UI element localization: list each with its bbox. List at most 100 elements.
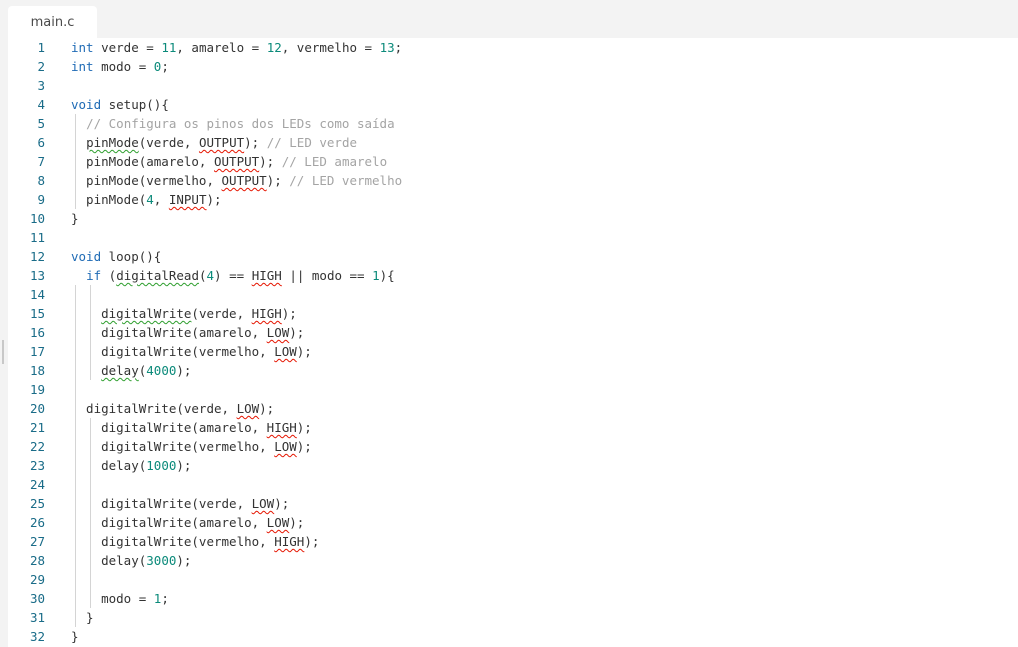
code-line[interactable]: 26 digitalWrite(amarelo, LOW); xyxy=(8,513,1018,532)
code-line[interactable]: 16 digitalWrite(amarelo, LOW); xyxy=(8,323,1018,342)
code-token: ); xyxy=(289,325,305,340)
code-token: pinMode(amarelo, xyxy=(71,154,214,169)
error-token: OUTPUT xyxy=(214,154,260,169)
code-line[interactable]: 32} xyxy=(8,627,1018,646)
code-line[interactable]: 18 delay(4000); xyxy=(8,361,1018,380)
code-token: (verde, xyxy=(138,135,199,150)
line-number: 29 xyxy=(29,572,45,587)
error-token: LOW xyxy=(251,496,275,511)
code-token: ); xyxy=(289,515,305,530)
code-token: digitalWrite(verde, xyxy=(71,401,237,416)
line-number: 20 xyxy=(29,401,45,416)
error-token: OUTPUT xyxy=(198,135,245,150)
code-token: ); xyxy=(266,173,290,188)
line-number: 7 xyxy=(37,154,45,169)
code-token: ); xyxy=(206,192,222,207)
code-line[interactable]: 20 digitalWrite(verde, LOW); xyxy=(8,399,1018,418)
line-number: 12 xyxy=(29,249,45,264)
line-number: 3 xyxy=(37,78,45,93)
number-token: 13 xyxy=(379,40,395,55)
code-text: void loop(){ xyxy=(71,247,161,266)
code-text: int verde = 11, amarelo = 12, vermelho =… xyxy=(71,38,402,57)
code-line[interactable]: 14 xyxy=(8,285,1018,304)
tab-main-c[interactable]: main.c xyxy=(8,6,97,38)
code-line[interactable]: 23 delay(1000); xyxy=(8,456,1018,475)
code-line[interactable]: 10} xyxy=(8,209,1018,228)
code-text: digitalWrite(verde, LOW); xyxy=(71,399,274,418)
code-line[interactable]: 30 modo = 1; xyxy=(8,589,1018,608)
code-text: if (digitalRead(4) == HIGH || modo == 1)… xyxy=(71,266,395,285)
code-text: digitalWrite(amarelo, LOW); xyxy=(71,323,304,342)
code-line[interactable]: 28 delay(3000); xyxy=(8,551,1018,570)
warning-token: digitalRead xyxy=(116,268,199,283)
code-line[interactable]: 25 digitalWrite(verde, LOW); xyxy=(8,494,1018,513)
code-token: digitalWrite(vermelho, xyxy=(71,344,275,359)
code-token: , vermelho = xyxy=(281,40,380,55)
comment-token: // LED vermelho xyxy=(289,173,403,188)
code-token: modo = xyxy=(93,59,154,74)
number-token: 12 xyxy=(266,40,282,55)
code-line[interactable]: 29 xyxy=(8,570,1018,589)
code-line[interactable]: 27 digitalWrite(vermelho, HIGH); xyxy=(8,532,1018,551)
code-line[interactable]: 31 } xyxy=(8,608,1018,627)
code-token: pinMode(vermelho, xyxy=(71,173,222,188)
code-line[interactable]: 1 int verde = 11, amarelo = 12, vermelho … xyxy=(8,38,1018,57)
code-line[interactable]: 19 xyxy=(8,380,1018,399)
keyword-token: void xyxy=(71,249,102,264)
code-line[interactable]: 22 digitalWrite(vermelho, LOW); xyxy=(8,437,1018,456)
number-token: 3000 xyxy=(146,553,177,568)
error-token: OUTPUT xyxy=(221,173,267,188)
code-token: ); xyxy=(176,363,192,378)
code-text: digitalWrite(vermelho, LOW); xyxy=(71,437,312,456)
code-text: digitalWrite(amarelo, LOW); xyxy=(71,513,304,532)
code-line[interactable]: 12 void loop(){ xyxy=(8,247,1018,266)
line-number: 24 xyxy=(29,477,45,492)
code-text: digitalWrite(vermelho, HIGH); xyxy=(71,532,319,551)
line-number: 32 xyxy=(29,629,45,644)
code-line[interactable]: 4 void setup(){ xyxy=(8,95,1018,114)
code-token: delay( xyxy=(71,458,147,473)
code-line[interactable]: 17 digitalWrite(vermelho, LOW); xyxy=(8,342,1018,361)
tab-bar: main.c xyxy=(8,0,1018,38)
line-number: 18 xyxy=(29,363,45,378)
error-token: LOW xyxy=(266,325,290,340)
number-token: 4 xyxy=(146,192,154,207)
code-token: } xyxy=(71,211,79,226)
code-line[interactable]: 8 pinMode(vermelho, OUTPUT); // LED verm… xyxy=(8,171,1018,190)
code-line[interactable]: 13 if (digitalRead(4) == HIGH || modo ==… xyxy=(8,266,1018,285)
code-token: ){ xyxy=(379,268,395,283)
number-token: 11 xyxy=(161,40,177,55)
code-token: ); xyxy=(296,344,312,359)
code-line[interactable]: 3 xyxy=(8,76,1018,95)
code-token: } xyxy=(71,610,94,625)
code-line[interactable]: 6 pinMode(verde, OUTPUT); // LED verde xyxy=(8,133,1018,152)
code-editor[interactable]: 1 int verde = 11, amarelo = 12, vermelho … xyxy=(8,38,1018,647)
code-token: ); xyxy=(296,420,312,435)
code-token: ); xyxy=(274,496,290,511)
code-line[interactable]: 9 pinMode(4, INPUT); xyxy=(8,190,1018,209)
keyword-token: if xyxy=(86,268,102,283)
code-line[interactable]: 7 pinMode(amarelo, OUTPUT); // LED amare… xyxy=(8,152,1018,171)
line-number: 14 xyxy=(29,287,45,302)
code-line[interactable]: 15 digitalWrite(verde, HIGH); xyxy=(8,304,1018,323)
code-line[interactable]: 11 xyxy=(8,228,1018,247)
line-number: 2 xyxy=(37,59,45,74)
panel-resize-handle[interactable] xyxy=(2,340,4,364)
code-token: loop(){ xyxy=(101,249,162,264)
code-line[interactable]: 2 int modo = 0; xyxy=(8,57,1018,76)
code-text: } xyxy=(71,627,79,646)
code-text: } xyxy=(71,608,94,627)
code-token: (verde, xyxy=(191,306,252,321)
line-number: 5 xyxy=(37,116,45,131)
line-number: 17 xyxy=(29,344,45,359)
line-number: 15 xyxy=(29,306,45,321)
code-line[interactable]: 24 xyxy=(8,475,1018,494)
number-token: 1000 xyxy=(146,458,177,473)
line-number: 23 xyxy=(29,458,45,473)
code-line[interactable]: 5 // Configura os pinos dos LEDs como sa… xyxy=(8,114,1018,133)
number-token: 4000 xyxy=(146,363,177,378)
code-line[interactable]: 21 digitalWrite(amarelo, HIGH); xyxy=(8,418,1018,437)
